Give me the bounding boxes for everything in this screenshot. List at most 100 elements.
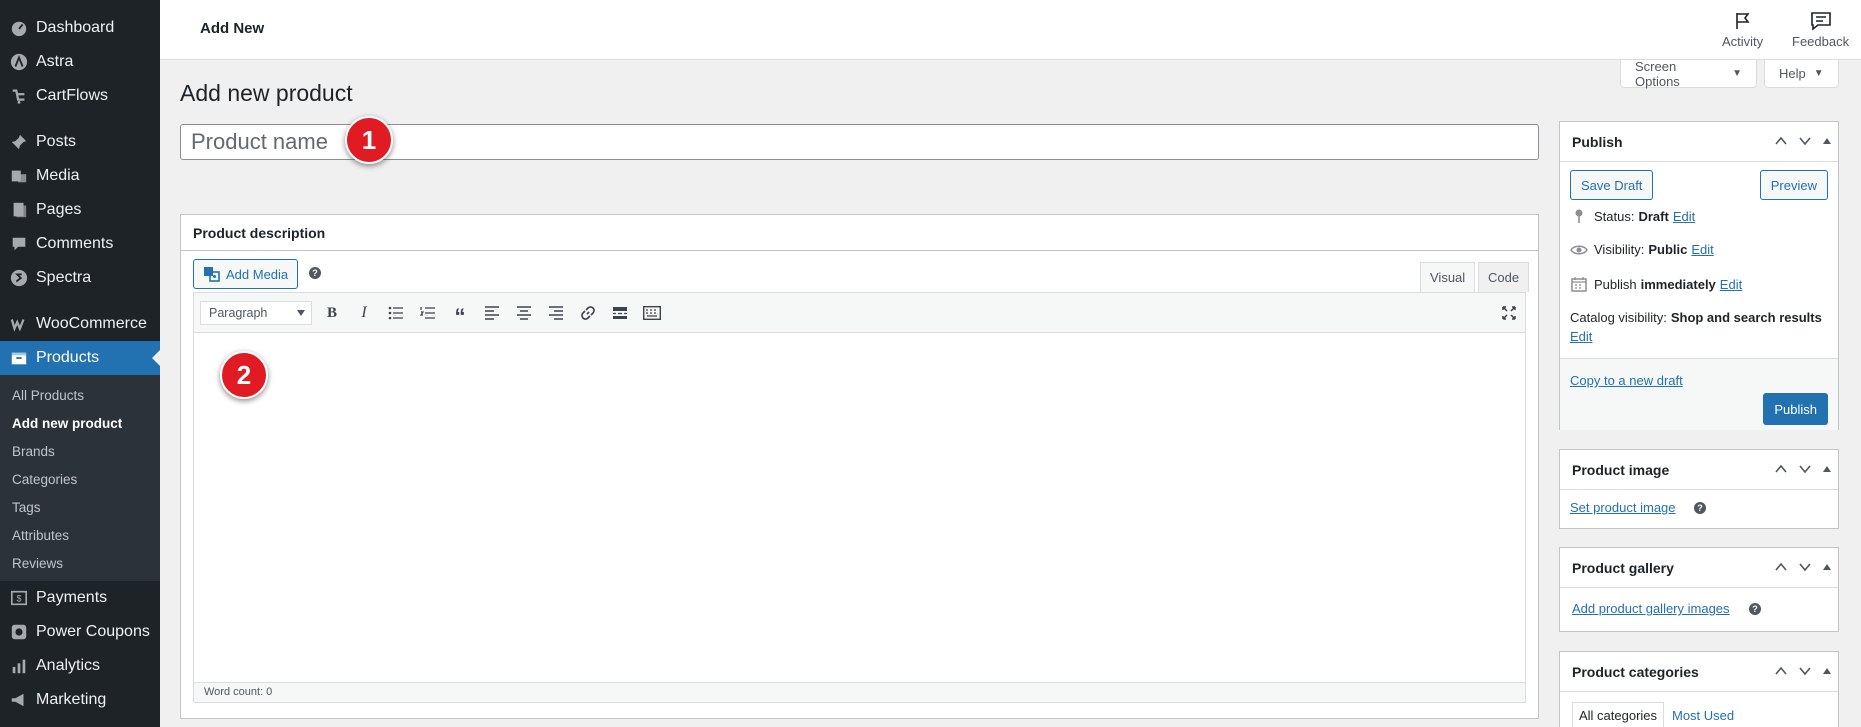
align-center-icon: [517, 306, 531, 320]
activity-button[interactable]: Activity: [1722, 11, 1763, 49]
set-product-image-link[interactable]: Set product image: [1570, 500, 1676, 515]
collapse-triangle-icon[interactable]: [1822, 562, 1832, 572]
menu-item-posts[interactable]: Posts: [0, 125, 160, 159]
box-controls: [1774, 134, 1832, 148]
chevron-up-icon[interactable]: [1774, 134, 1788, 148]
chevron-up-icon[interactable]: [1774, 560, 1788, 574]
chevron-down-icon[interactable]: [1798, 462, 1812, 476]
menu-item-payments[interactable]: $ Payments: [0, 581, 160, 615]
add-media-label: Add Media: [226, 266, 289, 282]
blockquote-button[interactable]: “: [448, 302, 472, 328]
coupons-icon: [9, 622, 29, 642]
chevron-up-icon[interactable]: [1774, 664, 1788, 678]
chevron-down-icon[interactable]: [1798, 134, 1812, 148]
menu-label: Posts: [36, 133, 77, 150]
copy-to-draft-link[interactable]: Copy to a new draft: [1570, 373, 1683, 388]
bullet-list-icon: [388, 306, 403, 320]
analytics-icon: [9, 656, 29, 676]
menu-item-marketing[interactable]: Marketing: [0, 683, 160, 717]
fullscreen-button[interactable]: [1497, 302, 1521, 324]
align-left-button[interactable]: [480, 302, 504, 324]
editor-toolbar: Paragraph B I “: [194, 293, 1525, 333]
menu-item-astra[interactable]: Astra: [0, 45, 160, 79]
toolbar-toggle-icon: [643, 306, 661, 320]
collapse-triangle-icon[interactable]: [1822, 136, 1832, 146]
chevron-up-icon[interactable]: [1774, 462, 1788, 476]
pages-icon: [9, 200, 29, 220]
tab-code[interactable]: Code: [1478, 262, 1530, 292]
tab-most-used[interactable]: Most Used: [1666, 702, 1740, 727]
italic-button[interactable]: I: [352, 302, 376, 324]
align-left-icon: [485, 306, 499, 320]
submenu-attributes[interactable]: Attributes: [0, 521, 160, 549]
menu-item-power-coupons[interactable]: Power Coupons: [0, 615, 160, 649]
astra-icon: [9, 52, 29, 72]
collapse-triangle-icon[interactable]: [1822, 666, 1832, 676]
submenu-reviews[interactable]: Reviews: [0, 549, 160, 577]
caret-down-icon: ▼: [1732, 68, 1742, 79]
menu-item-comments[interactable]: Comments: [0, 227, 160, 261]
preview-button[interactable]: Preview: [1759, 170, 1828, 200]
tab-all-categories[interactable]: All categories: [1572, 702, 1665, 727]
calendar-icon: [1570, 276, 1588, 292]
read-more-button[interactable]: [608, 302, 632, 324]
add-gallery-images-link[interactable]: Add product gallery images: [1572, 601, 1730, 616]
menu-label: Analytics: [36, 657, 101, 674]
toolbar-toggle-button[interactable]: [640, 302, 664, 324]
help-icon[interactable]: ?: [1694, 502, 1706, 514]
menu-item-spectra[interactable]: Spectra: [0, 261, 160, 295]
menu-item-dashboard[interactable]: Dashboard: [0, 11, 160, 45]
read-more-icon: [613, 307, 627, 319]
screen-options-button[interactable]: Screen Options ▼: [1620, 59, 1757, 89]
add-media-icon: [204, 267, 220, 282]
help-icon[interactable]: ?: [309, 267, 321, 279]
product-gallery-heading: Product gallery: [1560, 548, 1838, 588]
menu-item-cartflows[interactable]: CartFlows: [0, 79, 160, 113]
catalog-visibility-row: Catalog visibility: Shop and search resu…: [1570, 310, 1826, 325]
edit-publish-date-link[interactable]: Edit: [1720, 277, 1742, 292]
collapse-triangle-icon[interactable]: [1822, 464, 1832, 474]
menu-item-woocommerce[interactable]: WooCommerce: [0, 307, 160, 341]
edit-visibility-link[interactable]: Edit: [1691, 242, 1713, 257]
submenu-add-new-product[interactable]: Add new product: [0, 409, 160, 437]
edit-status-link[interactable]: Edit: [1673, 209, 1695, 224]
chevron-down-icon[interactable]: [1798, 664, 1812, 678]
help-button[interactable]: Help ▼: [1764, 60, 1839, 88]
feedback-button[interactable]: Feedback: [1792, 11, 1849, 49]
add-media-button[interactable]: Add Media: [193, 259, 299, 289]
pin-icon: [1570, 208, 1588, 224]
product-image-heading: Product image: [1560, 450, 1838, 490]
align-right-button[interactable]: [544, 302, 568, 324]
dashboard-icon: [9, 18, 29, 38]
submenu-categories[interactable]: Categories: [0, 465, 160, 493]
submenu-all-products[interactable]: All Products: [0, 381, 160, 409]
submenu-tags[interactable]: Tags: [0, 493, 160, 521]
blockquote-icon: “: [454, 304, 466, 329]
format-select[interactable]: Paragraph: [200, 301, 312, 325]
menu-item-analytics[interactable]: Analytics: [0, 649, 160, 683]
menu-label: Pages: [36, 201, 82, 218]
editor-content-area[interactable]: [194, 333, 1525, 684]
product-image-title: Product image: [1572, 461, 1670, 478]
menu-item-pages[interactable]: Pages: [0, 193, 160, 227]
submenu-brands[interactable]: Brands: [0, 437, 160, 465]
help-icon[interactable]: ?: [1749, 603, 1761, 615]
link-button[interactable]: [576, 302, 600, 324]
product-categories-title: Product categories: [1572, 663, 1699, 680]
italic-icon: I: [361, 304, 367, 321]
edit-catalog-visibility-link[interactable]: Edit: [1570, 329, 1592, 344]
box-controls: [1774, 664, 1832, 678]
chevron-down-icon[interactable]: [1798, 560, 1812, 574]
save-draft-button[interactable]: Save Draft: [1570, 170, 1654, 200]
tab-visual[interactable]: Visual: [1420, 262, 1476, 292]
menu-item-products[interactable]: Products: [0, 341, 160, 375]
caret-down-icon: ▼: [1813, 68, 1824, 79]
box-controls: [1774, 462, 1832, 476]
align-center-button[interactable]: [512, 302, 536, 324]
bold-button[interactable]: B: [320, 302, 344, 324]
marketing-icon: [9, 690, 29, 710]
bullet-list-button[interactable]: [384, 302, 408, 324]
publish-button[interactable]: Publish: [1763, 393, 1828, 425]
numbered-list-button[interactable]: [416, 302, 440, 324]
menu-item-media[interactable]: Media: [0, 159, 160, 193]
